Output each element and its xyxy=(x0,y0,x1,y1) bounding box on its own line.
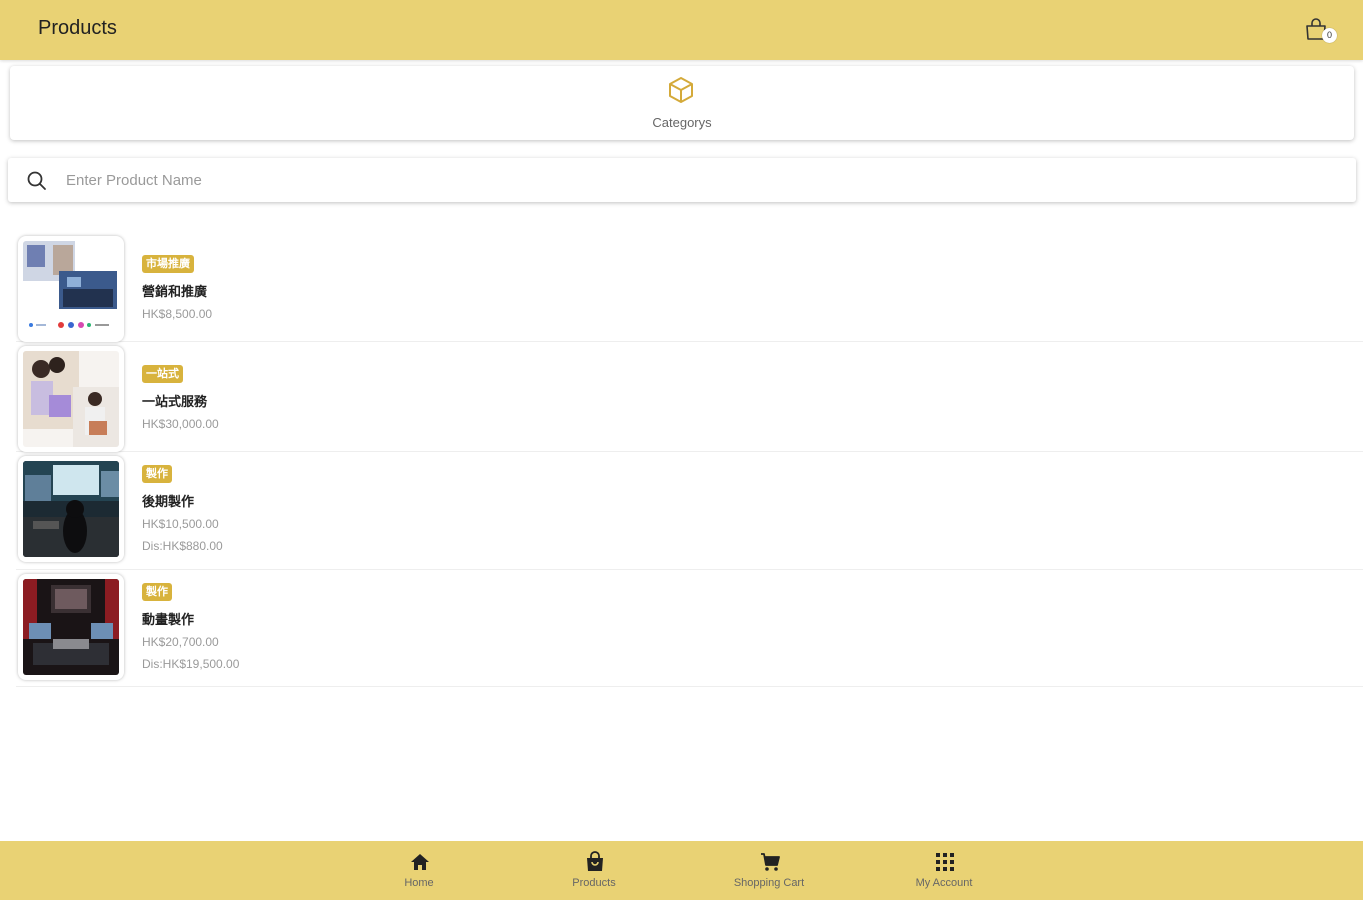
categories-label: Categorys xyxy=(652,115,712,130)
product-thumbnail xyxy=(18,574,124,680)
page-title: Products xyxy=(38,17,117,39)
product-image xyxy=(23,241,119,337)
search-icon xyxy=(27,171,46,190)
product-row[interactable]: 製作 後期製作 HK$10,500.00 Dis:HK$880.00 xyxy=(16,452,1363,570)
bottom-navigation: Home Products Shopping Cart My Account xyxy=(0,841,1363,900)
product-price: HK$20,700.00 xyxy=(142,635,219,649)
product-price: HK$8,500.00 xyxy=(142,307,213,321)
product-price: HK$30,000.00 xyxy=(142,417,219,431)
product-image xyxy=(23,461,119,557)
product-thumbnail xyxy=(18,346,124,452)
product-tag: 一站式 xyxy=(142,365,183,383)
product-tag: 製作 xyxy=(142,583,172,601)
product-thumbnail xyxy=(18,456,124,562)
product-name: 營銷和推廣 xyxy=(142,284,208,299)
search-input[interactable] xyxy=(64,166,1324,194)
product-name: 後期製作 xyxy=(142,494,195,509)
shopping-bag-icon xyxy=(587,851,603,871)
search-bar xyxy=(8,158,1356,202)
product-list: 市場推廣 營銷和推廣 HK$8,500.00 一站式 一站式服務 HK$30,0… xyxy=(16,232,1363,687)
nav-products[interactable]: Products xyxy=(539,841,649,900)
nav-my-account-label: My Account xyxy=(915,877,973,889)
product-thumbnail xyxy=(18,236,124,342)
product-row[interactable]: 一站式 一站式服務 HK$30,000.00 xyxy=(16,342,1363,452)
cart-icon xyxy=(761,853,780,871)
nav-shopping-cart-label: Shopping Cart xyxy=(733,877,805,889)
cube-icon xyxy=(669,77,693,103)
nav-products-label: Products xyxy=(572,877,616,889)
product-row[interactable]: 製作 動畫製作 HK$20,700.00 Dis:HK$19,500.00 xyxy=(16,570,1363,687)
nav-home[interactable]: Home xyxy=(364,841,474,900)
product-row[interactable]: 市場推廣 營銷和推廣 HK$8,500.00 xyxy=(16,232,1363,342)
header-cart-button[interactable]: 0 xyxy=(1300,14,1340,48)
grid-icon xyxy=(936,853,954,871)
product-tag: 市場推廣 xyxy=(142,255,194,273)
product-image xyxy=(23,579,119,675)
product-price: HK$10,500.00 xyxy=(142,517,219,531)
product-discount-price: Dis:HK$880.00 xyxy=(142,539,223,553)
nav-shopping-cart[interactable]: Shopping Cart xyxy=(714,841,824,900)
categories-button[interactable]: Categorys xyxy=(10,66,1354,140)
product-image xyxy=(23,351,119,447)
cart-count-badge: 0 xyxy=(1322,28,1337,43)
product-name: 動畫製作 xyxy=(142,612,195,627)
top-app-bar: Products 0 xyxy=(0,0,1363,60)
nav-home-label: Home xyxy=(404,877,434,889)
home-icon xyxy=(411,854,429,870)
product-tag: 製作 xyxy=(142,465,172,483)
product-discount-price: Dis:HK$19,500.00 xyxy=(142,657,240,671)
product-name: 一站式服務 xyxy=(142,394,208,409)
nav-my-account[interactable]: My Account xyxy=(889,841,999,900)
